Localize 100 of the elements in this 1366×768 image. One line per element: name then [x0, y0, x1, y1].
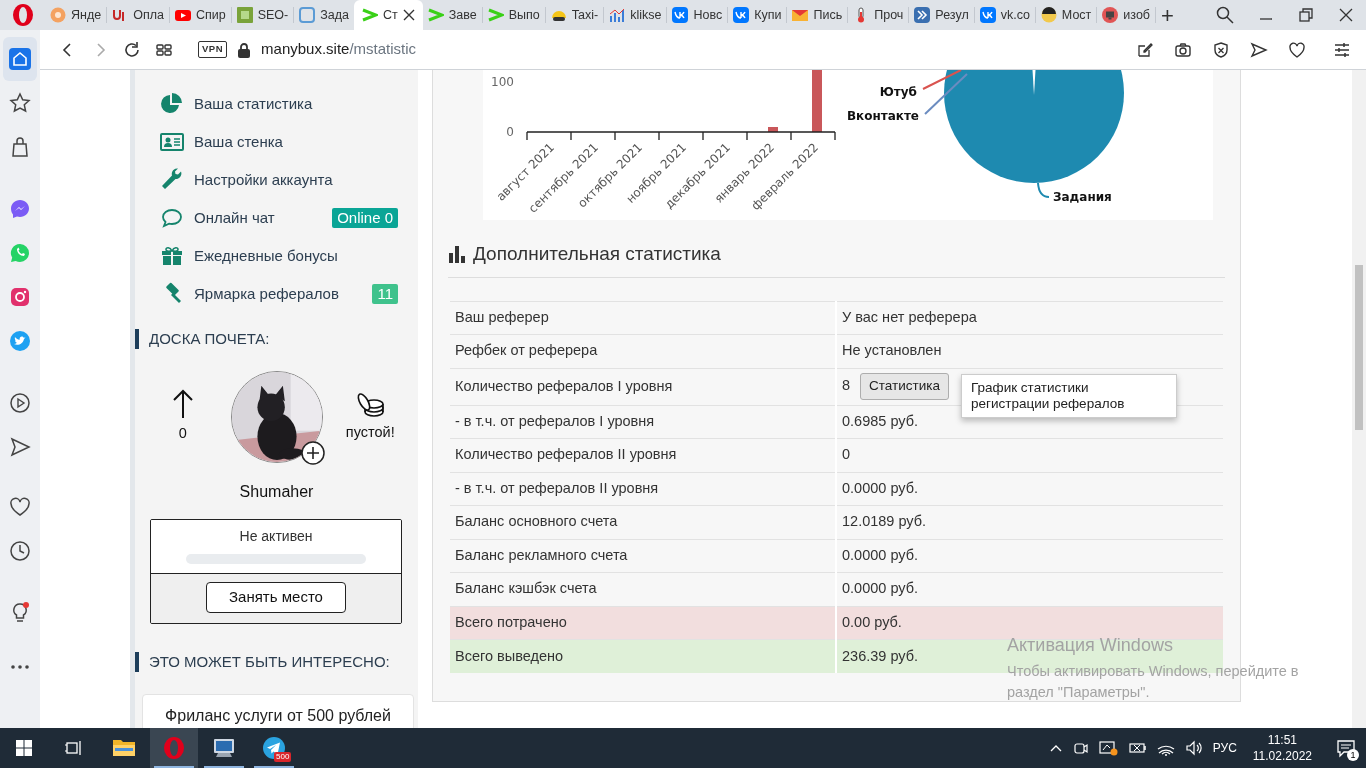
scrollbar-thumb[interactable] [1355, 265, 1363, 430]
browser-tab[interactable]: изоб [1097, 0, 1156, 30]
browser-tab[interactable]: Зада [294, 0, 354, 30]
browser-tab[interactable]: Резул [909, 0, 974, 30]
pie-chart-icon [160, 92, 184, 116]
menu-link[interactable]: Онлайн чат [194, 206, 275, 230]
notifications-icon[interactable] [1336, 738, 1356, 758]
take-place-button[interactable]: Занять место [206, 582, 346, 613]
section-title: ДОСКА ПОЧЕТА: [135, 329, 418, 349]
chevron-icon [487, 7, 504, 23]
table-cell: Всего выведено [450, 639, 836, 673]
table-cell: У вас нет реферера [836, 301, 1223, 335]
offer-card[interactable]: Фриланс услуги от 500 рублей [142, 694, 414, 728]
sidebar-button[interactable] [3, 37, 37, 81]
scrollbar[interactable] [1352, 70, 1366, 728]
phone-bubble-icon [9, 242, 31, 264]
display-icon[interactable] [1098, 740, 1119, 756]
browser-tab[interactable]: vk.co [974, 0, 1035, 30]
send-icon[interactable] [1250, 40, 1268, 59]
table-cell: 0.0000 руб. [836, 539, 1223, 573]
table-cell: Рефбек от реферера [450, 334, 836, 368]
language-indicator[interactable]: РУС [1212, 739, 1237, 757]
count-badge: 11 [372, 284, 398, 304]
heart-icon [9, 496, 31, 518]
browser-tab[interactable]: Пись [787, 0, 848, 30]
restore-icon[interactable] [1298, 7, 1314, 23]
address-field[interactable]: manybux.site/mstatistic [261, 38, 417, 61]
star-icon [9, 92, 31, 114]
reload-icon[interactable] [123, 40, 141, 59]
logo-icon [299, 7, 316, 23]
logo-icon [979, 7, 996, 23]
logo-icon [672, 7, 689, 23]
browser-tab[interactable]: Спир [169, 0, 231, 30]
table-cell: Всего потрачено [450, 606, 836, 640]
browser-tab[interactable]: Мост [1035, 0, 1097, 30]
menu-link[interactable]: Ярмарка рефералов [194, 282, 339, 306]
close-icon[interactable] [402, 9, 415, 21]
table-cell: 0 [836, 438, 1223, 472]
play-icon [9, 392, 31, 414]
section-title: ЭТО МОЖЕТ БЫТЬ ИНТЕРЕСНО: [135, 652, 418, 672]
coins-icon [355, 390, 386, 419]
chart-label: Вконтакте [846, 109, 919, 123]
browser-tab[interactable]: Выпо [482, 0, 545, 30]
section-heading: Дополнительная статистика [473, 242, 721, 266]
table-cell: 0.0000 руб. [836, 472, 1223, 506]
close-icon[interactable] [1338, 7, 1354, 23]
browser-tab[interactable]: Taxi- [545, 0, 604, 30]
browser-tab[interactable]: klikse [604, 0, 667, 30]
table-cell: - в т.ч. от рефералов I уровня [450, 405, 836, 439]
date-text[interactable]: 11.02.2022 [1252, 748, 1312, 764]
statistics-button[interactable]: Статистика [860, 373, 949, 400]
vpn-badge[interactable]: VPN [198, 41, 228, 58]
browser-tab[interactable]: SEO- [231, 0, 294, 30]
bar [812, 70, 822, 132]
sun-icon [50, 7, 66, 23]
logo-icon[interactable] [12, 4, 33, 26]
new-tab-button[interactable]: + [1156, 0, 1179, 30]
browser-tab[interactable]: Проч [848, 0, 909, 30]
menu-link[interactable]: Настройки аккаунта [194, 168, 333, 192]
menu-link[interactable]: Ваша статистика [194, 92, 313, 116]
status-text: Не активен [238, 527, 314, 546]
task-view-icon[interactable] [65, 740, 83, 756]
browser-tab[interactable]: Опла [107, 0, 169, 30]
play-icon [174, 7, 191, 23]
avatar-icon [1040, 7, 1057, 23]
search-icon[interactable] [1216, 6, 1234, 24]
wrench-icon [160, 168, 184, 192]
table-cell: 12.0189 руб. [836, 505, 1223, 539]
volume-icon[interactable] [1184, 740, 1203, 756]
camera-icon[interactable] [1072, 740, 1089, 756]
double-chevron-icon [914, 7, 931, 23]
coins-label: пустой! [345, 423, 395, 443]
table-cell: Баланс основного счета [450, 505, 836, 539]
time-text[interactable]: 11:51 [1267, 732, 1297, 748]
browser-tab[interactable]: Купи [728, 0, 787, 30]
browser-tab[interactable]: Новс [667, 0, 728, 30]
bird-icon [9, 330, 31, 352]
add-icon[interactable] [300, 441, 325, 465]
user-name: Shumaher [238, 482, 315, 502]
settings-icon[interactable] [1333, 40, 1351, 59]
menu-link[interactable]: Ваша стенка [194, 130, 283, 154]
bars-icon [609, 7, 626, 23]
chevron-icon [427, 7, 444, 23]
camera-icon[interactable] [1174, 40, 1192, 59]
heart-icon[interactable] [1288, 40, 1306, 59]
home-icon [9, 48, 31, 70]
monitor-icon[interactable] [212, 736, 236, 760]
camera-icon [9, 286, 31, 308]
menu-link[interactable]: Ежедневные бонусы [194, 244, 338, 268]
browser-tab[interactable]: Янде [45, 0, 107, 30]
gift-icon [160, 244, 184, 268]
browser-tab[interactable]: Заве [422, 0, 482, 30]
browser-tab[interactable]: Ст [354, 0, 423, 30]
chat-bubble-icon [9, 198, 31, 220]
bar-chart-icon [449, 245, 466, 264]
chart-label: Задания [1053, 190, 1112, 204]
windows-icon[interactable] [16, 740, 32, 756]
shield-icon[interactable] [1212, 40, 1230, 59]
watermark-text: Чтобы активировать Windows, перейдите в раздел "Параметры". [1007, 662, 1300, 702]
battery-icon[interactable] [1128, 741, 1147, 755]
